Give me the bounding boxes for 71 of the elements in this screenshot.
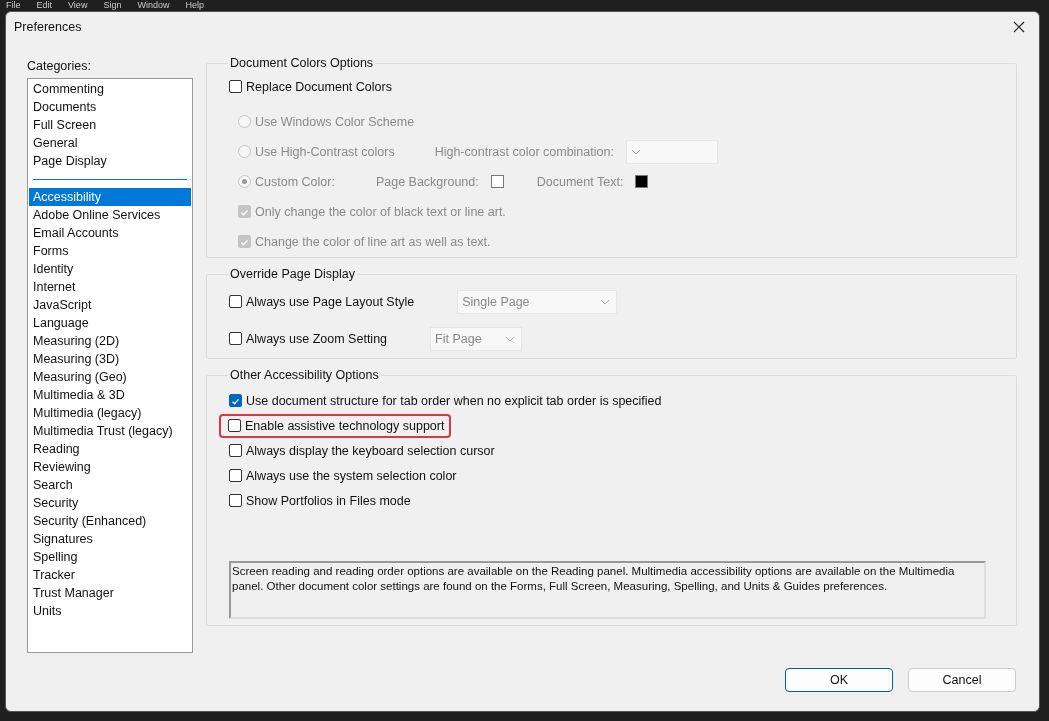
swatch-label: Document Text: (536, 174, 624, 189)
category-item[interactable]: General (29, 134, 191, 152)
checkbox[interactable] (229, 494, 242, 507)
chevron-down-icon (505, 335, 516, 342)
checkbox[interactable] (229, 444, 242, 457)
category-item[interactable]: Multimedia Trust (legacy) (29, 422, 191, 440)
option-label: Only change the color of black text or line art. (255, 204, 506, 219)
menu-item[interactable]: Sign (103, 0, 122, 11)
categories-label: Categories: (27, 59, 92, 75)
category-item[interactable]: Tracker (29, 566, 191, 584)
group-title: Override Page Display (229, 267, 357, 281)
category-item[interactable]: Search (29, 476, 191, 494)
category-item[interactable]: Spelling (29, 548, 191, 566)
category-item[interactable]: Adobe Online Services (29, 206, 191, 224)
category-item[interactable]: Security (29, 494, 191, 512)
checkbox[interactable] (229, 295, 242, 308)
option-label: Always use Page Layout Style (246, 294, 415, 309)
checkbox[interactable] (229, 394, 242, 407)
category-item[interactable]: Accessibility (29, 188, 191, 206)
category-item[interactable]: Multimedia & 3D (29, 386, 191, 404)
category-item[interactable]: Commenting (29, 80, 191, 98)
option-label: Replace Document Colors (246, 79, 392, 94)
checkbox[interactable] (229, 332, 242, 345)
option-label: Use High-Contrast colors (255, 144, 395, 159)
category-item[interactable]: Page Display (29, 152, 191, 170)
chevron-down-icon (600, 298, 611, 305)
dialog-button[interactable]: Cancel (908, 668, 1016, 692)
category-item[interactable]: Identity (29, 260, 191, 278)
category-item[interactable]: Internet (29, 278, 191, 296)
menu-item[interactable]: Help (185, 0, 204, 11)
option-label: Use Windows Color Scheme (255, 114, 415, 129)
category-item[interactable]: Email Accounts (29, 224, 191, 242)
dropdown-label: High-contrast color combination: (434, 144, 614, 159)
chevron-down-icon (630, 148, 641, 155)
option-label: Change the color of line art as well as text. (255, 234, 491, 249)
category-item[interactable]: Measuring (3D) (29, 350, 191, 368)
category-item[interactable]: Reviewing (29, 458, 191, 476)
checkbox[interactable] (229, 469, 242, 482)
category-item[interactable]: Units (29, 602, 191, 620)
category-item[interactable]: Measuring (Geo) (29, 368, 191, 386)
option-label: Always display the keyboard selection cursor (246, 443, 495, 458)
option-label: Custom Color: (255, 174, 335, 189)
group-title: Document Colors Options (229, 56, 375, 70)
window-title: Preferences (14, 20, 82, 34)
option-label: Always use Zoom Setting (246, 331, 388, 346)
category-item[interactable]: Multimedia (legacy) (29, 404, 191, 422)
group-title: Other Accessibility Options (229, 368, 380, 382)
category-item[interactable]: Trust Manager (29, 584, 191, 602)
menu-item[interactable]: Edit (36, 0, 53, 11)
category-item[interactable]: Language (29, 314, 191, 332)
info-text: Screen reading and reading order options are available on the Reading panel. Multimedia accessibility options are available on the Multimedia panel. Other document color settings are found on the Forms, Full Screen, Measuring, Spelling, and Units & Guides preferences. (229, 561, 986, 619)
category-item[interactable]: Signatures (29, 530, 191, 548)
menu-item[interactable]: View (68, 0, 88, 11)
checkbox[interactable] (229, 80, 242, 93)
close-icon[interactable] (1013, 21, 1025, 33)
option-label: Always use the system selection color (246, 468, 457, 483)
category-item[interactable]: Full Screen (29, 116, 191, 134)
option-label: Show Portfolios in Files mode (246, 493, 411, 508)
category-item[interactable]: Forms (29, 242, 191, 260)
menu-item[interactable]: File (6, 0, 21, 11)
category-item[interactable]: JavaScript (29, 296, 191, 314)
category-item[interactable]: Security (Enhanced) (29, 512, 191, 530)
option-label: Use document structure for tab order when no explicit tab order is specified (246, 393, 662, 408)
dialog-button[interactable]: OK (785, 668, 893, 692)
checkbox[interactable] (228, 419, 241, 432)
category-item[interactable]: Reading (29, 440, 191, 458)
category-item[interactable]: Documents (29, 98, 191, 116)
option-label: Enable assistive technology support (245, 418, 445, 433)
menu-item[interactable]: Window (137, 0, 170, 11)
category-item[interactable]: Measuring (2D) (29, 332, 191, 350)
swatch-label: Page Background: (375, 174, 479, 189)
